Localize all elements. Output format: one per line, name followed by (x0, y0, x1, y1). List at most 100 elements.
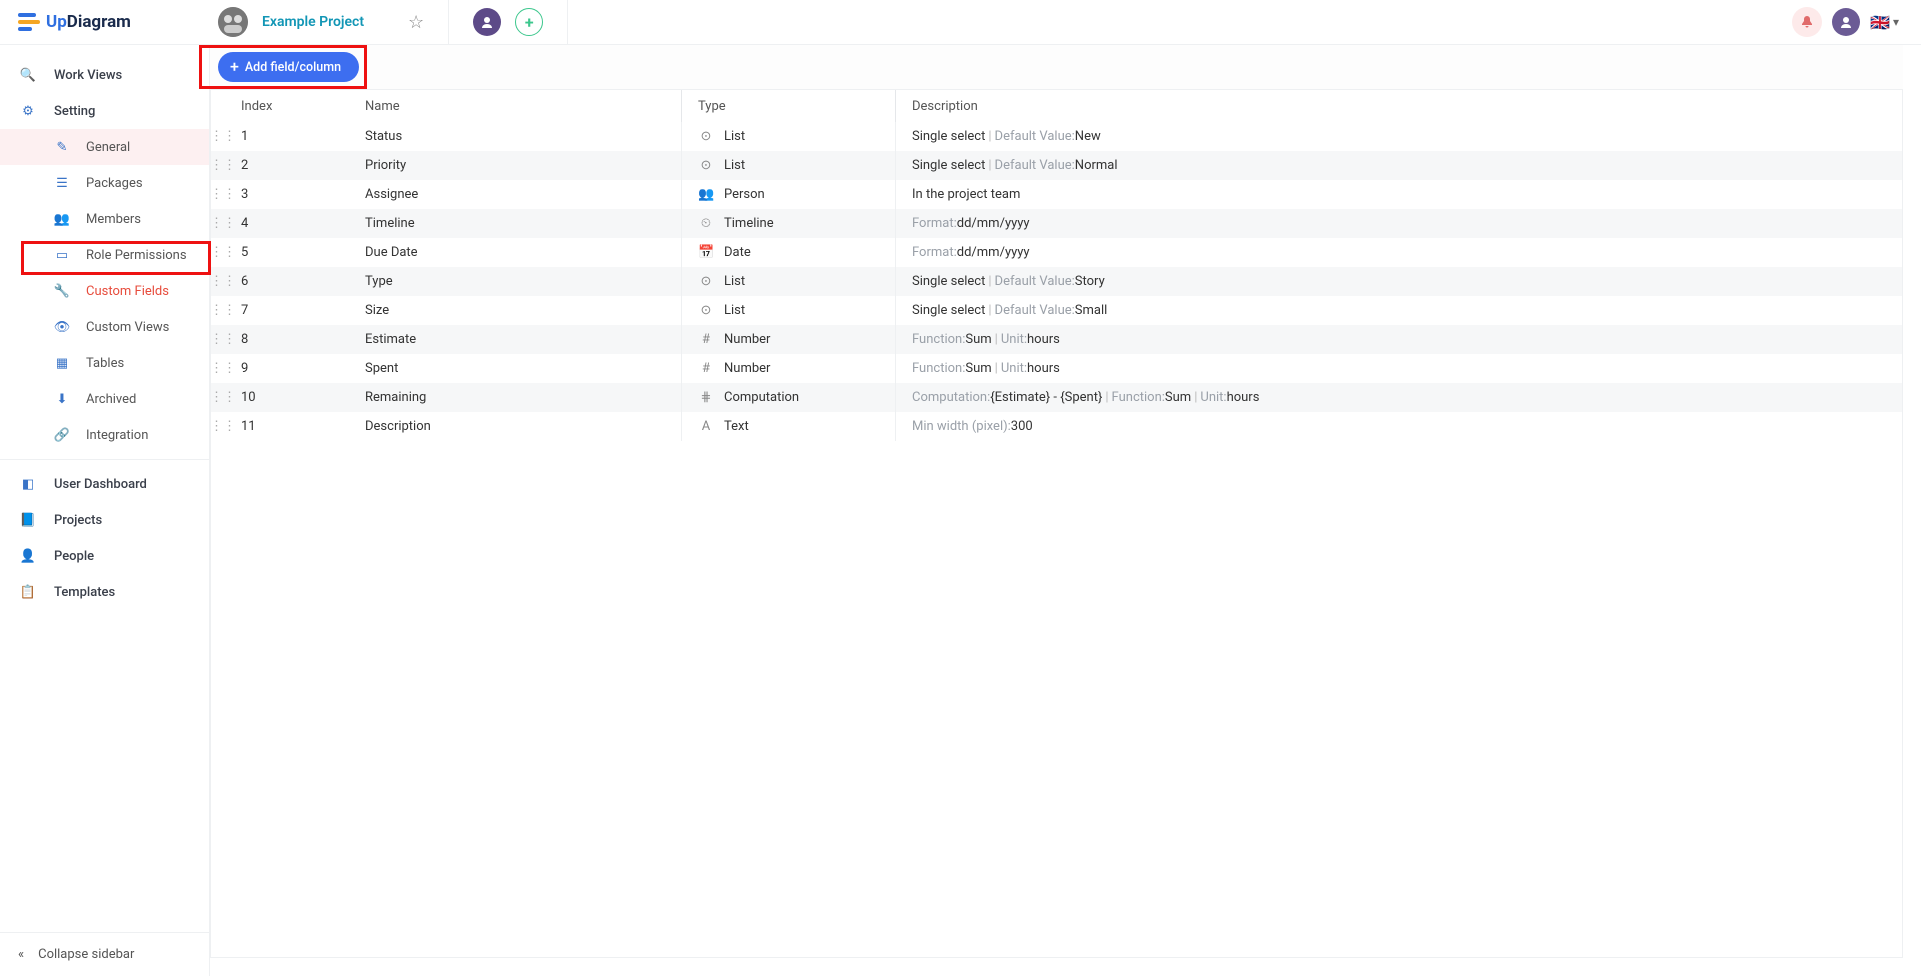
th-description: Description (895, 90, 1902, 122)
table-row[interactable]: ⋮⋮7Size⊙ListSingle select|Default Value:… (211, 296, 1902, 325)
cell-type: ⊙List (681, 122, 895, 151)
dashboard-icon: ◧ (20, 477, 36, 492)
custom-fields-table: Index Name Type Description ⋮⋮1Status⊙Li… (210, 89, 1903, 958)
logo-text-2: Diagram (67, 12, 131, 32)
type-icon: 👥 (698, 187, 714, 202)
cell-index: 10 (235, 390, 365, 405)
sidebar-sub-role-permissions[interactable]: ▭ Role Permissions (0, 237, 209, 273)
sidebar-sub-archived[interactable]: ⬇ Archived (0, 381, 209, 417)
sidebar-label: Archived (86, 392, 136, 407)
table-row[interactable]: ⋮⋮3Assignee👥PersonIn the project team (211, 180, 1902, 209)
archive-icon: ⬇ (54, 392, 70, 407)
cell-name: Remaining (365, 390, 681, 405)
table-row[interactable]: ⋮⋮5Due Date📅DateFormat: dd/mm/yyyy (211, 238, 1902, 267)
table-row[interactable]: ⋮⋮6Type⊙ListSingle select|Default Value:… (211, 267, 1902, 296)
table-icon: ▦ (54, 356, 70, 371)
language-selector[interactable]: 🇬🇧 ▾ (1870, 13, 1899, 32)
member-avatar-button[interactable] (473, 8, 501, 36)
table-row[interactable]: ⋮⋮11DescriptionATextMin width (pixel): 3… (211, 412, 1902, 441)
eye-icon: 👁 (54, 320, 70, 335)
sidebar-item-setting[interactable]: ⚙ Setting (0, 93, 209, 129)
collapse-sidebar-button[interactable]: « Collapse sidebar (0, 932, 209, 976)
cell-description: Computation: {Estimate} - {Spent} | Func… (895, 383, 1902, 412)
table-row[interactable]: ⋮⋮1Status⊙ListSingle select|Default Valu… (211, 122, 1902, 151)
drag-handle-icon[interactable]: ⋮⋮ (211, 390, 235, 405)
cell-index: 4 (235, 216, 365, 231)
type-icon: ⊙ (698, 303, 714, 318)
table-row[interactable]: ⋮⋮9Spent#NumberFunction: Sum | Unit: hou… (211, 354, 1902, 383)
cell-description: In the project team (895, 180, 1902, 209)
drag-handle-icon[interactable]: ⋮⋮ (211, 361, 235, 376)
flag-uk-icon: 🇬🇧 (1870, 13, 1890, 32)
type-icon: ⊙ (698, 158, 714, 173)
table-row[interactable]: ⋮⋮2Priority⊙ListSingle select|Default Va… (211, 151, 1902, 180)
cell-description: Function: Sum | Unit: hours (895, 354, 1902, 383)
sidebar-sub-general[interactable]: ✎ General (0, 129, 209, 165)
sidebar-sub-custom-views[interactable]: 👁 Custom Views (0, 309, 209, 345)
sidebar-item-work-views[interactable]: 🔍 Work Views (0, 57, 209, 93)
cell-type: #Number (681, 325, 895, 354)
divider (567, 0, 568, 45)
drag-handle-icon[interactable]: ⋮⋮ (211, 187, 235, 202)
person-icon: 👤 (20, 549, 36, 564)
cell-type: ⊙List (681, 151, 895, 180)
notifications-button[interactable] (1792, 7, 1822, 37)
sidebar-sub-integration[interactable]: 🔗 Integration (0, 417, 209, 453)
book-icon: 📘 (20, 513, 36, 528)
cell-index: 7 (235, 303, 365, 318)
sidebar-sub-packages[interactable]: ☰ Packages (0, 165, 209, 201)
chevron-down-icon: ▾ (1893, 15, 1899, 29)
project-avatar[interactable] (218, 7, 248, 37)
drag-handle-icon[interactable]: ⋮⋮ (211, 332, 235, 347)
cell-name: Priority (365, 158, 681, 173)
search-icon: 🔍 (20, 68, 36, 83)
sidebar-item-user-dashboard[interactable]: ◧ User Dashboard (0, 466, 209, 502)
sidebar-label: Collapse sidebar (38, 947, 134, 962)
drag-handle-icon[interactable]: ⋮⋮ (211, 419, 235, 434)
add-field-button[interactable]: + Add field/column (218, 52, 359, 82)
add-field-label: Add field/column (245, 60, 341, 75)
cell-index: 9 (235, 361, 365, 376)
sidebar-item-people[interactable]: 👤 People (0, 538, 209, 574)
drag-handle-icon[interactable]: ⋮⋮ (211, 274, 235, 289)
id-card-icon: ▭ (54, 248, 70, 263)
packages-icon: ☰ (54, 176, 70, 191)
sidebar-label: Packages (86, 176, 143, 191)
sidebar-label: Projects (54, 513, 102, 528)
app-logo[interactable]: UpDiagram (0, 12, 210, 32)
top-bar: UpDiagram Example Project ☆ + 🇬🇧 ▾ (0, 0, 1921, 45)
table-row[interactable]: ⋮⋮4Timeline⏲TimelineFormat: dd/mm/yyyy (211, 209, 1902, 238)
drag-handle-icon[interactable]: ⋮⋮ (211, 245, 235, 260)
table-body: ⋮⋮1Status⊙ListSingle select|Default Valu… (211, 122, 1902, 441)
sidebar-item-templates[interactable]: 📋 Templates (0, 574, 209, 610)
table-row[interactable]: ⋮⋮10Remaining⋕ComputationComputation: {E… (211, 383, 1902, 412)
cell-index: 11 (235, 419, 365, 434)
cell-description: Min width (pixel): 300 (895, 412, 1902, 441)
sidebar-sub-members[interactable]: 👥 Members (0, 201, 209, 237)
sidebar-item-projects[interactable]: 📘 Projects (0, 502, 209, 538)
project-name[interactable]: Example Project (262, 14, 364, 30)
table-row[interactable]: ⋮⋮8Estimate#NumberFunction: Sum | Unit: … (211, 325, 1902, 354)
drag-handle-icon[interactable]: ⋮⋮ (211, 158, 235, 173)
th-name: Name (365, 99, 681, 114)
cell-index: 6 (235, 274, 365, 289)
sidebar-sub-tables[interactable]: ▦ Tables (0, 345, 209, 381)
type-icon: ⏲ (698, 216, 714, 231)
toolbar: + Add field/column (210, 45, 1903, 89)
favorite-star-icon[interactable]: ☆ (408, 12, 424, 33)
bell-icon (1800, 15, 1814, 29)
type-icon: # (698, 332, 714, 347)
user-avatar-button[interactable] (1832, 8, 1860, 36)
add-member-button[interactable]: + (515, 8, 543, 36)
logo-text-1: Up (46, 12, 67, 32)
pencil-icon: ✎ (54, 140, 70, 155)
sidebar-label: Tables (86, 356, 124, 371)
type-icon: ⊙ (698, 274, 714, 289)
drag-handle-icon[interactable]: ⋮⋮ (211, 303, 235, 318)
sidebar-sub-custom-fields[interactable]: 🔧 Custom Fields (0, 273, 209, 309)
drag-handle-icon[interactable]: ⋮⋮ (211, 216, 235, 231)
divider (448, 0, 449, 45)
project-area: Example Project ☆ + (210, 0, 578, 44)
cell-type: AText (681, 412, 895, 441)
drag-handle-icon[interactable]: ⋮⋮ (211, 129, 235, 144)
